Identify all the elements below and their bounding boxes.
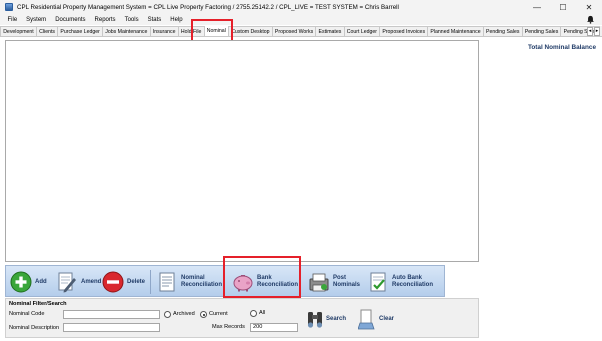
- clear-icon: [358, 309, 375, 330]
- bank-reconciliation-highlight: [223, 256, 301, 298]
- post-nominals-label: Post Nominals: [333, 275, 361, 288]
- add-label: Add: [35, 278, 47, 285]
- nominal-reconciliation-button[interactable]: Nominal Reconciliation: [156, 268, 222, 296]
- archived-label: Archived: [173, 311, 195, 317]
- binoculars-icon: [307, 312, 323, 328]
- tab-planned-maintenance[interactable]: Planned Maintenance: [427, 26, 484, 36]
- delete-button[interactable]: Delete: [102, 268, 145, 296]
- tab-clients[interactable]: Clients: [35, 26, 59, 36]
- module-tabs: Development Clients Purchase Ledger Jobs…: [0, 26, 602, 37]
- app-logo-icon: [5, 3, 13, 11]
- nominal-filter-panel: Nominal Filter/Search Nominal Code Nomin…: [5, 298, 479, 338]
- tab-insurance[interactable]: Insurance: [149, 26, 179, 36]
- search-label: Search: [326, 316, 347, 322]
- menu-file[interactable]: File: [3, 17, 22, 23]
- nominal-code-label: Nominal Code: [9, 311, 45, 317]
- menu-system[interactable]: System: [22, 17, 51, 23]
- clear-button[interactable]: Clear: [358, 308, 394, 330]
- window-title: CPL Residential Property Management Syst…: [17, 3, 399, 11]
- delete-icon: [102, 271, 124, 293]
- max-records-input[interactable]: 200: [250, 323, 298, 332]
- nominal-list-area[interactable]: [5, 40, 479, 262]
- tab-proposed-works[interactable]: Proposed Works: [271, 26, 317, 36]
- toolbar-separator: [150, 270, 151, 294]
- tab-jobs-maintenance[interactable]: Jobs Maintenance: [102, 26, 151, 36]
- tab-development[interactable]: Development: [0, 26, 37, 36]
- amend-icon: [58, 272, 76, 293]
- nominal-description-input[interactable]: [63, 323, 160, 332]
- max-records-label: Max Records: [212, 324, 245, 330]
- nominal-reconciliation-label: Nominal Reconciliation: [181, 275, 223, 288]
- add-button[interactable]: Add: [10, 268, 47, 296]
- menu-documents[interactable]: Documents: [51, 17, 90, 23]
- all-radio[interactable]: [250, 310, 257, 317]
- auto-bank-reconciliation-icon: [370, 272, 386, 292]
- tab-estimates[interactable]: Estimates: [315, 26, 345, 36]
- tab-scroll-left-button[interactable]: ◂: [587, 27, 593, 36]
- tab-custom-desktop[interactable]: Custom Desktop: [228, 26, 273, 36]
- menu-bar: File System Documents Reports Tools Stat…: [0, 14, 602, 25]
- menu-help[interactable]: Help: [166, 17, 187, 23]
- auto-bank-reconciliation-button[interactable]: Auto Bank Reconciliation: [367, 268, 433, 296]
- tab-scroll-right-button[interactable]: ▸: [594, 27, 600, 36]
- tab-purchase-ledger[interactable]: Purchase Ledger: [57, 26, 104, 36]
- total-nominal-balance-label: Total Nominal Balance: [527, 44, 596, 51]
- filter-title: Nominal Filter/Search: [9, 301, 67, 307]
- post-nominals-icon: [309, 273, 329, 292]
- title-bar: CPL Residential Property Management Syst…: [0, 0, 602, 14]
- nominal-code-input[interactable]: [63, 310, 160, 319]
- window-controls: — ☐ ✕: [524, 0, 602, 14]
- auto-bank-reconciliation-label: Auto Bank Reconciliation: [392, 275, 434, 288]
- menu-tools[interactable]: Tools: [120, 17, 143, 23]
- menu-stats[interactable]: Stats: [143, 17, 166, 23]
- tab-court-ledger[interactable]: Court Ledger: [343, 26, 381, 36]
- amend-label: Amend: [81, 278, 102, 285]
- menu-reports[interactable]: Reports: [90, 17, 120, 23]
- post-nominals-button[interactable]: Post Nominals: [308, 268, 360, 296]
- current-radio[interactable]: [200, 311, 207, 318]
- close-button[interactable]: ✕: [576, 0, 602, 14]
- notification-bell-icon[interactable]: [586, 15, 595, 24]
- all-label: All: [259, 310, 266, 316]
- tab-proposed-invoices[interactable]: Proposed Invoices: [379, 26, 429, 36]
- current-label: Current: [209, 311, 228, 317]
- nominal-description-label: Nominal Description: [9, 325, 60, 331]
- minimize-button[interactable]: —: [524, 0, 550, 14]
- amend-button[interactable]: Amend: [56, 268, 101, 296]
- archived-radio[interactable]: [164, 311, 171, 318]
- maximize-button[interactable]: ☐: [550, 0, 576, 14]
- nominal-reconciliation-icon: [159, 272, 175, 292]
- add-icon: [10, 271, 32, 293]
- tab-pending-sales-2[interactable]: Pending Sales: [521, 26, 562, 36]
- delete-label: Delete: [127, 278, 146, 285]
- clear-label: Clear: [379, 316, 395, 322]
- tab-pending-sales[interactable]: Pending Sales: [482, 26, 523, 36]
- search-button[interactable]: Search: [307, 308, 346, 330]
